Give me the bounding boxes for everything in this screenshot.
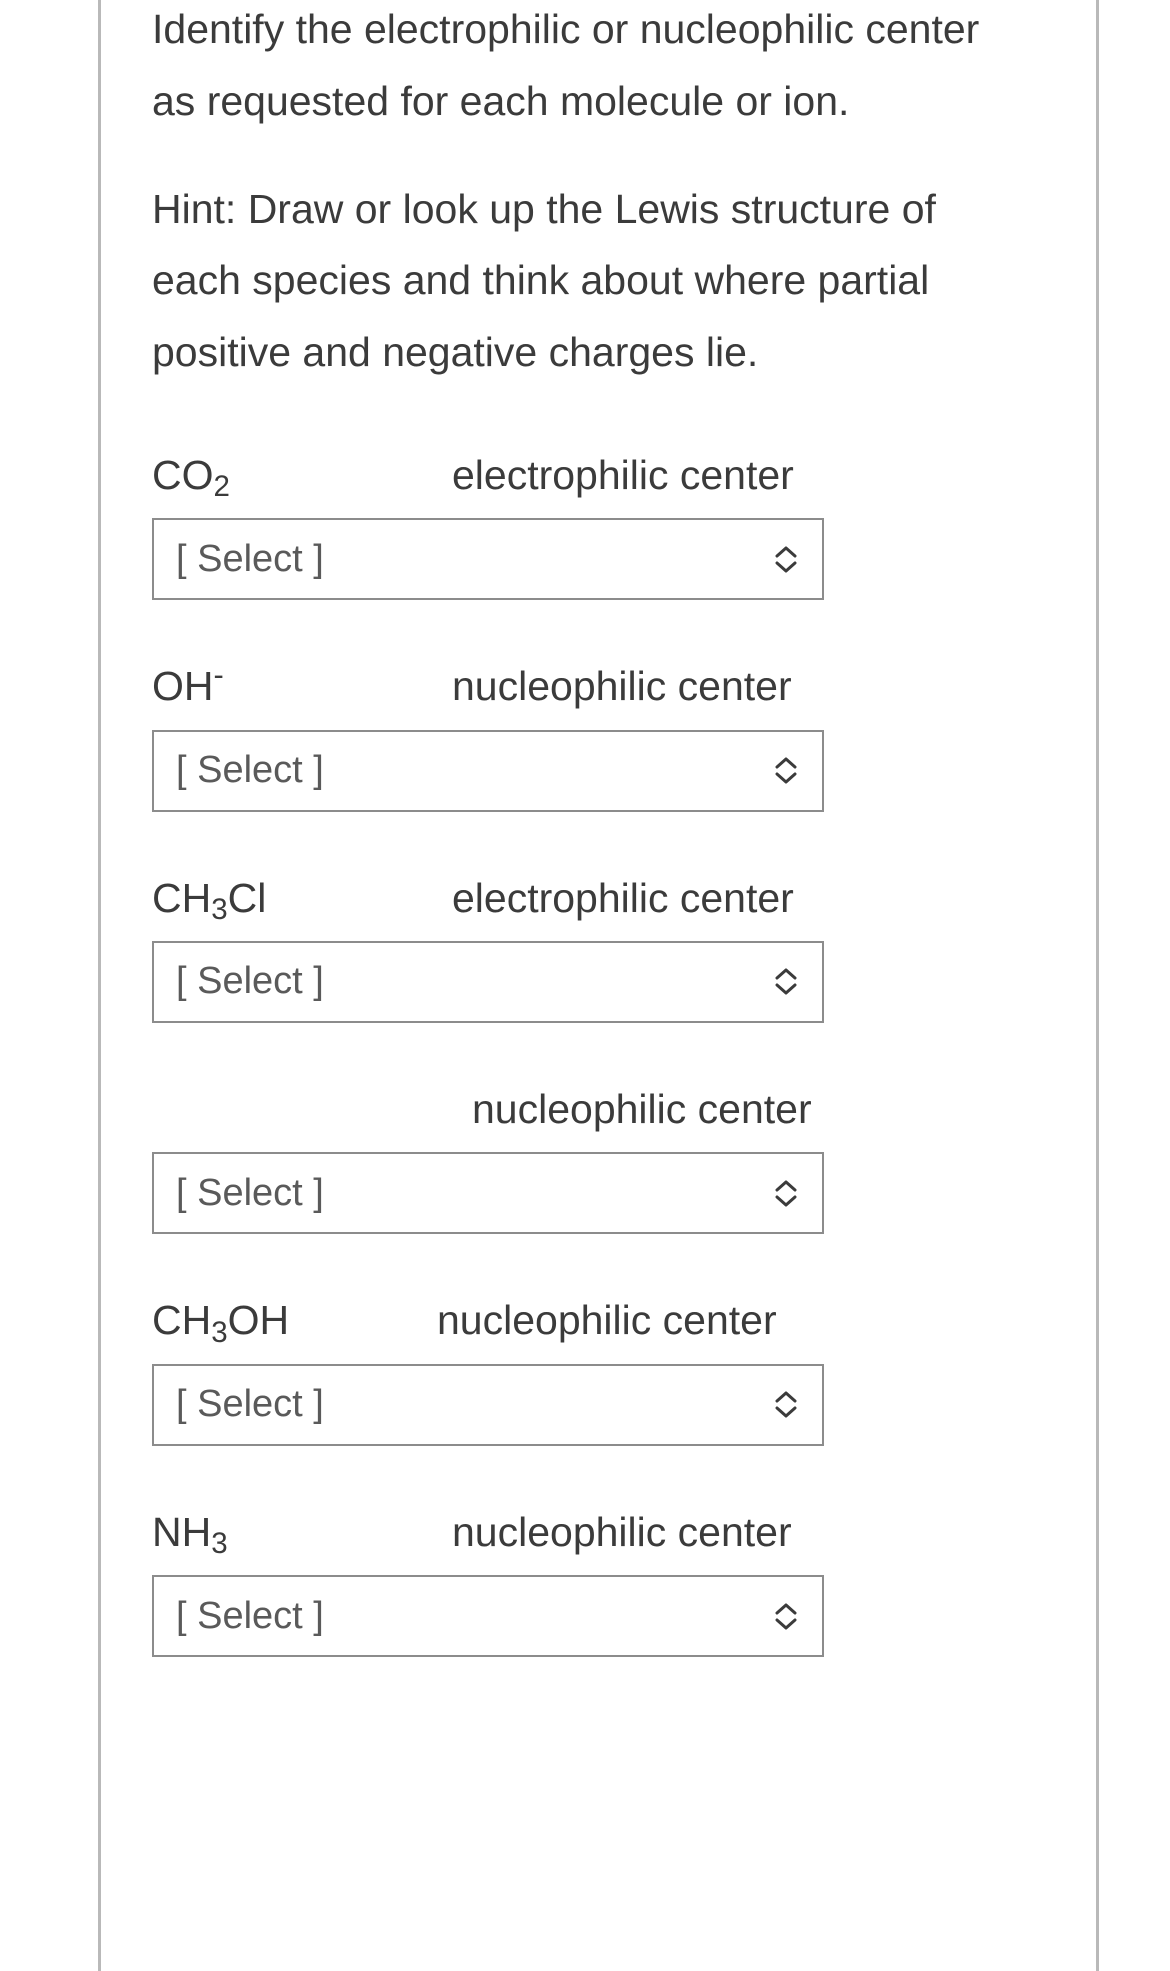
question-item: CH3OH nucleophilic center [ Select ] (152, 1292, 1020, 1445)
answer-select[interactable]: [ Select ] (152, 518, 824, 600)
chevron-up-down-icon (772, 539, 800, 579)
question-item: CH3Cl electrophilic center [ Select ] (152, 870, 1020, 1023)
select-placeholder: [ Select ] (176, 1595, 324, 1638)
question-hint: Hint: Draw or look up the Lewis structur… (152, 174, 1020, 389)
center-type-label: electrophilic center (452, 447, 794, 504)
select-placeholder: [ Select ] (176, 749, 324, 792)
question-prompt: Identify the electrophilic or nucleophil… (152, 0, 1020, 138)
chevron-up-down-icon (772, 1173, 800, 1213)
item-header: OH- nucleophilic center (152, 658, 1020, 715)
chevron-up-down-icon (772, 1385, 800, 1425)
chevron-up-down-icon (772, 751, 800, 791)
select-placeholder: [ Select ] (176, 538, 324, 581)
right-border (1096, 0, 1099, 1971)
item-header: NH3 nucleophilic center (152, 1504, 1020, 1561)
question-content: Identify the electrophilic or nucleophil… (152, 0, 1020, 1657)
question-item: nucleophilic center [ Select ] (152, 1081, 1020, 1234)
answer-select[interactable]: [ Select ] (152, 1152, 824, 1234)
answer-select[interactable]: [ Select ] (152, 941, 824, 1023)
select-placeholder: [ Select ] (176, 1383, 324, 1426)
item-header: CH3Cl electrophilic center (152, 870, 1020, 927)
left-border (98, 0, 101, 1971)
center-type-label: nucleophilic center (437, 1292, 777, 1349)
question-panel: Identify the electrophilic or nucleophil… (0, 0, 1170, 1971)
item-header: CO2 electrophilic center (152, 447, 1020, 504)
center-type-label: electrophilic center (452, 870, 794, 927)
question-item: CO2 electrophilic center [ Select ] (152, 447, 1020, 600)
molecule-formula: NH3 (152, 1504, 452, 1561)
molecule-formula: CH3Cl (152, 870, 452, 927)
answer-select[interactable]: [ Select ] (152, 730, 824, 812)
molecule-formula: CO2 (152, 447, 452, 504)
center-type-label: nucleophilic center (472, 1081, 812, 1138)
select-placeholder: [ Select ] (176, 960, 324, 1003)
chevron-up-down-icon (772, 962, 800, 1002)
chevron-up-down-icon (772, 1596, 800, 1636)
answer-select[interactable]: [ Select ] (152, 1575, 824, 1657)
molecule-formula: OH- (152, 658, 452, 715)
answer-select[interactable]: [ Select ] (152, 1364, 824, 1446)
center-type-label: nucleophilic center (452, 1504, 792, 1561)
item-header: nucleophilic center (152, 1081, 1020, 1138)
item-header: CH3OH nucleophilic center (152, 1292, 1020, 1349)
question-item: NH3 nucleophilic center [ Select ] (152, 1504, 1020, 1657)
molecule-formula: CH3OH (152, 1292, 437, 1349)
center-type-label: nucleophilic center (452, 658, 792, 715)
question-item: OH- nucleophilic center [ Select ] (152, 658, 1020, 811)
select-placeholder: [ Select ] (176, 1172, 324, 1215)
